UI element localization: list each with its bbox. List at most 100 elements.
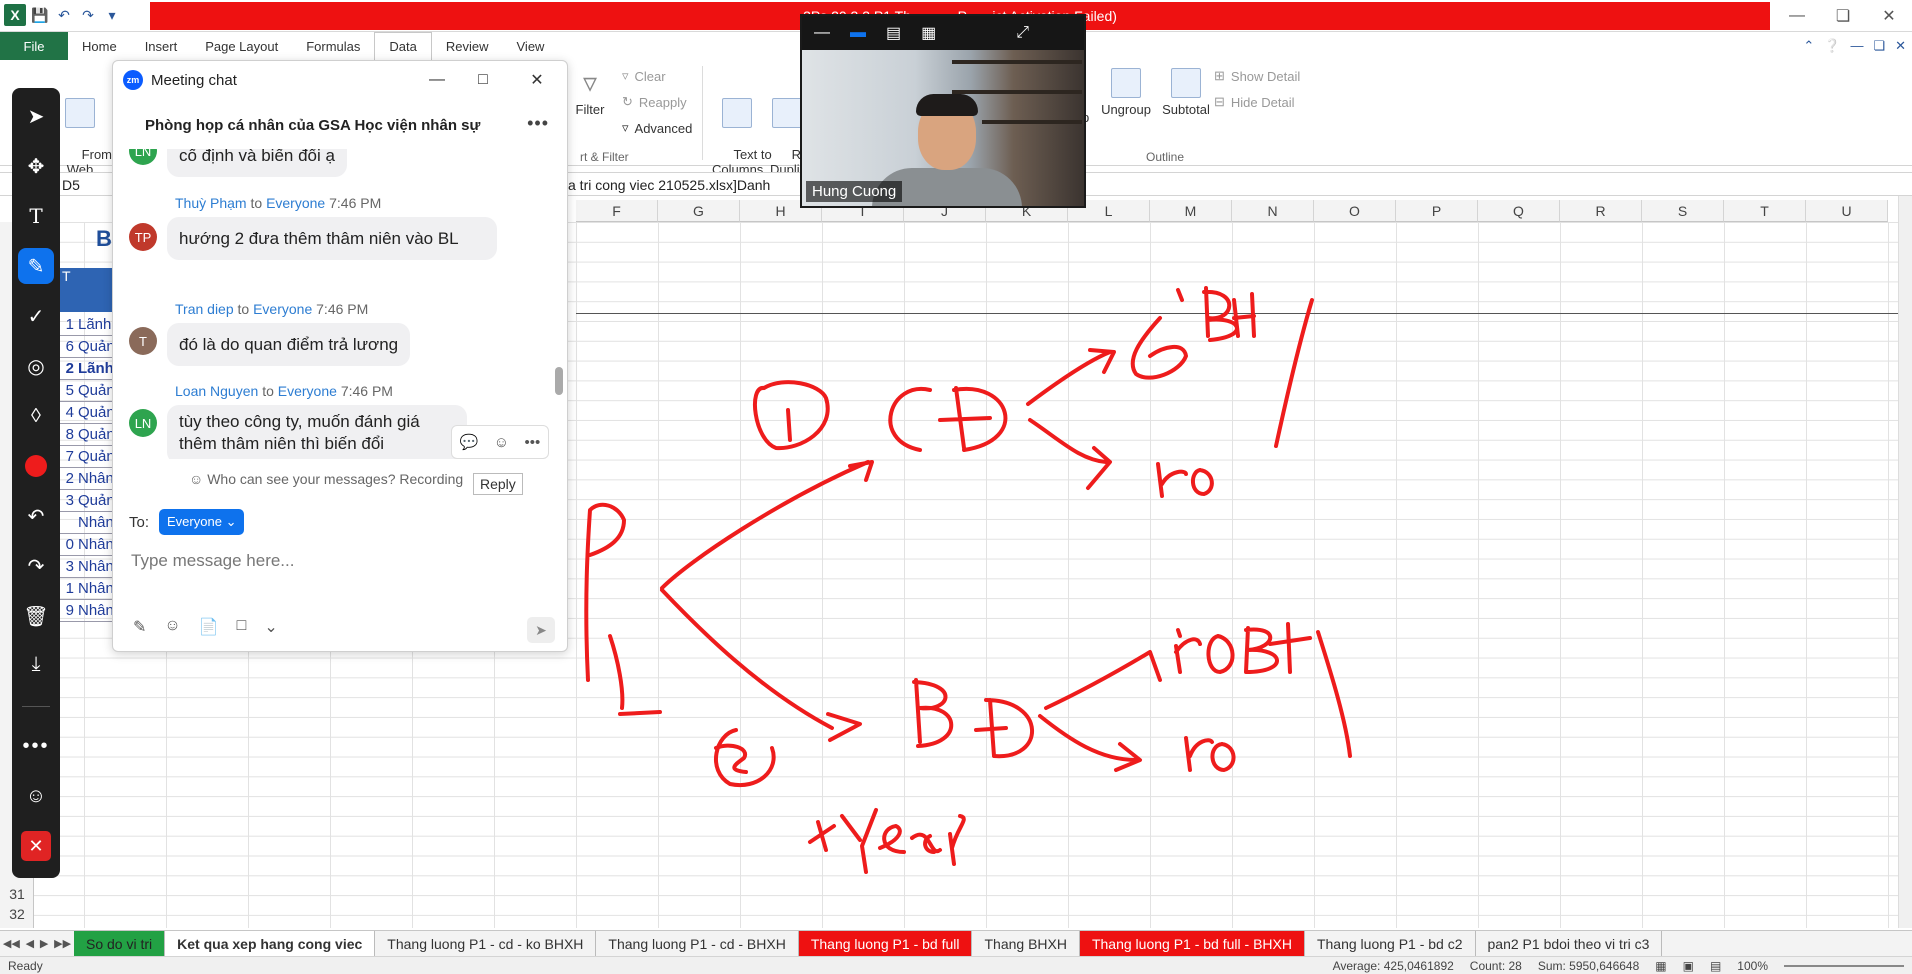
message-input[interactable]: Type message here...: [131, 551, 294, 571]
sender-name[interactable]: Loan Nguyen: [175, 383, 258, 399]
column-header[interactable]: N: [1232, 200, 1314, 222]
eraser-icon[interactable]: ◊: [12, 398, 60, 434]
help-icon[interactable]: ❔: [1824, 38, 1840, 54]
customize-qat-icon[interactable]: ▾: [102, 5, 122, 25]
who-can-see-link[interactable]: ☺ Who can see your messages? Recording: [189, 471, 463, 487]
file-icon[interactable]: 📄: [199, 617, 219, 637]
chat-minimize-icon[interactable]: —: [423, 67, 451, 93]
last-sheet-icon[interactable]: ▶▶: [54, 937, 71, 950]
column-header[interactable]: M: [1150, 200, 1232, 222]
participant-icon[interactable]: ☺: [12, 778, 60, 814]
column-header[interactable]: R: [1560, 200, 1642, 222]
pen-icon[interactable]: ✎: [12, 248, 60, 284]
tab-data[interactable]: Data: [374, 32, 432, 60]
reply-icon[interactable]: 💬: [460, 433, 479, 451]
save-annotation-icon[interactable]: ⤓: [12, 646, 60, 682]
collapse-ribbon-icon[interactable]: ⌃: [1803, 38, 1814, 54]
send-button[interactable]: ➤: [527, 617, 555, 643]
first-sheet-icon[interactable]: ◀◀: [3, 937, 20, 950]
page-layout-view-icon[interactable]: ▣: [1683, 959, 1694, 973]
chat-scrollbar[interactable]: [555, 367, 563, 395]
column-header[interactable]: O: [1314, 200, 1396, 222]
ribbon-restore-icon[interactable]: ❏: [1873, 38, 1885, 54]
table-row[interactable]: 1 Nhân: [60, 578, 116, 600]
table-row[interactable]: 4 Quản: [60, 402, 116, 424]
hide-detail-button[interactable]: ⊟ Hide Detail: [1214, 94, 1295, 110]
redo-icon[interactable]: ↷: [78, 5, 98, 25]
sheet-tab[interactable]: Ket qua xep hang cong viec: [165, 931, 376, 956]
tab-page-layout[interactable]: Page Layout: [191, 32, 292, 60]
reapply-button[interactable]: ↻ Reapply: [622, 94, 687, 110]
more-icon[interactable]: •••: [12, 728, 60, 764]
redo-annotation-icon[interactable]: ↷: [12, 548, 60, 584]
format-text-icon[interactable]: ✎: [133, 617, 146, 637]
table-row[interactable]: 3 Quản: [60, 490, 116, 512]
clear-button[interactable]: ▿ Clear: [622, 68, 666, 84]
chat-close-icon[interactable]: ✕: [523, 67, 551, 93]
spotlight-icon[interactable]: ◎: [12, 348, 60, 384]
sheet-tab[interactable]: Thang luong P1 - cd - ko BHXH: [375, 931, 597, 956]
tab-file[interactable]: File: [0, 32, 68, 60]
tab-formulas[interactable]: Formulas: [292, 32, 374, 60]
sheet-tab[interactable]: pan2 P1 bdoi theo vi tri c3: [1476, 931, 1663, 956]
minimize-icon[interactable]: —: [1774, 0, 1820, 32]
column-header[interactable]: F: [576, 200, 658, 222]
close-annotation-button[interactable]: ✕: [12, 828, 60, 864]
sheet-tab[interactable]: So do vi tri: [74, 931, 166, 956]
move-icon[interactable]: ✥: [12, 148, 60, 184]
column-header[interactable]: S: [1642, 200, 1724, 222]
table-row[interactable]: 9 Nhân: [60, 600, 116, 622]
prev-sheet-icon[interactable]: ◀: [26, 937, 34, 950]
speaker-view-icon[interactable]: ▬: [850, 24, 866, 42]
column-header[interactable]: G: [658, 200, 740, 222]
sheet-tab[interactable]: Thang BHXH: [972, 931, 1080, 956]
sheet-tab[interactable]: Thang luong P1 - bd full: [798, 931, 973, 956]
ungroup-button[interactable]: Ungroup: [1100, 68, 1152, 117]
table-row[interactable]: 0 Nhân: [60, 534, 116, 556]
room-more-icon[interactable]: •••: [527, 113, 549, 134]
normal-view-icon[interactable]: ▦: [1655, 959, 1666, 973]
column-header[interactable]: P: [1396, 200, 1478, 222]
table-row[interactable]: 3 Nhân: [60, 556, 116, 578]
tab-home[interactable]: Home: [68, 32, 131, 60]
chat-maximize-icon[interactable]: □: [469, 67, 497, 93]
sender-name[interactable]: Tran diep: [175, 301, 234, 317]
undo-annotation-icon[interactable]: ↶: [12, 498, 60, 534]
sheet-tab[interactable]: Thang luong P1 - bd c2: [1305, 931, 1476, 956]
gallery-strip-icon[interactable]: ▤: [886, 23, 901, 43]
row-number[interactable]: 31: [0, 886, 34, 902]
column-header[interactable]: Q: [1478, 200, 1560, 222]
more-options-chevron-icon[interactable]: ⌄: [264, 617, 277, 637]
column-header[interactable]: T: [1724, 200, 1806, 222]
video-minimize-icon[interactable]: —: [814, 24, 830, 42]
stamp-icon[interactable]: ✓: [12, 298, 60, 334]
filter-button[interactable]: ▿ Filter: [570, 68, 610, 118]
emoji-icon[interactable]: ☺: [164, 617, 180, 637]
table-row[interactable]: 2 Lãnh: [60, 358, 116, 380]
sheet-tab[interactable]: Thang luong P1 - cd - BHXH: [596, 931, 799, 956]
sheet-heading-cell[interactable]: B: [96, 226, 112, 252]
formula-input[interactable]: a tri cong viec 210525.xlsx]Danh: [568, 175, 1898, 195]
table-row[interactable]: 7 Quản: [60, 446, 116, 468]
message-more-icon[interactable]: •••: [525, 434, 541, 451]
name-box[interactable]: D5: [62, 175, 108, 195]
close-window-icon[interactable]: ✕: [1866, 0, 1912, 32]
select-icon[interactable]: ➤: [12, 98, 60, 134]
tab-insert[interactable]: Insert: [131, 32, 192, 60]
text-icon[interactable]: T: [12, 198, 60, 234]
table-row[interactable]: Nhân: [60, 512, 116, 534]
zoom-level[interactable]: 100%: [1737, 959, 1768, 973]
show-detail-button[interactable]: ⊞ Show Detail: [1214, 68, 1300, 84]
screenshot-icon[interactable]: □: [237, 617, 247, 637]
save-icon[interactable]: 💾: [30, 5, 50, 25]
page-break-view-icon[interactable]: ▤: [1710, 959, 1721, 973]
vertical-scrollbar[interactable]: [1898, 196, 1912, 928]
next-sheet-icon[interactable]: ▶: [40, 937, 48, 950]
ribbon-minimize-icon[interactable]: —: [1850, 38, 1863, 54]
table-row[interactable]: 6 Quản: [60, 336, 116, 358]
undo-icon[interactable]: ↶: [54, 5, 74, 25]
advanced-button[interactable]: ▿ Advanced: [622, 120, 692, 136]
subtotal-button[interactable]: Subtotal: [1158, 68, 1214, 117]
ribbon-close-icon[interactable]: ✕: [1895, 38, 1906, 54]
color-icon[interactable]: [12, 448, 60, 484]
